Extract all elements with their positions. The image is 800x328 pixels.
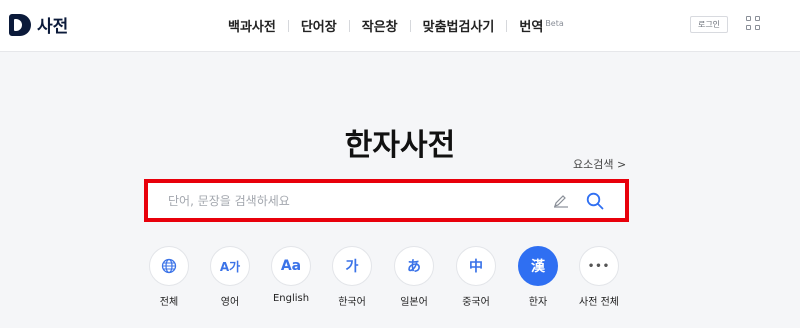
login-button[interactable]: 로그인 (690, 16, 728, 33)
nav-translate-label: 번역 (519, 20, 544, 35)
category-japanese[interactable]: あ 일본어 (384, 246, 444, 308)
main-nav: 백과사전 단어장 작은창 맞춤법검사기 번역 Beta (228, 16, 564, 35)
category-label: 영어 (220, 297, 240, 308)
category-all[interactable]: 전체 (139, 246, 199, 308)
hanja-icon: 漢 (518, 246, 558, 286)
nav-divider (348, 19, 350, 32)
category-all-dictionaries[interactable]: ••• 사전 전체 (569, 246, 629, 308)
dictionary-categories: 전체 A가 영어 Aa English 가 한국어 あ 일본어 中 중국어 漢 … (146, 246, 626, 316)
nav-divider (287, 19, 289, 32)
category-label: 전체 (159, 297, 179, 308)
category-hanja[interactable]: 漢 한자 (508, 246, 568, 308)
nav-encyclopedia[interactable]: 백과사전 (228, 16, 276, 35)
nav-divider (506, 19, 508, 32)
category-label: 한자 (528, 297, 548, 308)
nav-divider (409, 19, 411, 32)
nav-wordbook[interactable]: 단어장 (301, 16, 337, 35)
search-box (144, 179, 629, 222)
more-dots-icon: ••• (579, 246, 619, 286)
category-english-english[interactable]: Aa English (261, 246, 321, 304)
globe-icon (149, 246, 189, 286)
japanese-icon: あ (394, 246, 434, 286)
nav-spell-checker[interactable]: 맞춤법검사기 (423, 16, 495, 35)
search-input[interactable] (168, 189, 538, 213)
category-korean[interactable]: 가 한국어 (322, 246, 382, 308)
category-label: English (272, 293, 310, 304)
nav-mini-window[interactable]: 작은창 (362, 16, 398, 35)
category-label: 사전 전체 (579, 297, 619, 308)
handwriting-pen-icon[interactable] (553, 194, 569, 208)
category-label: 일본어 (400, 297, 428, 308)
page-title: 한자사전 (344, 128, 456, 163)
category-chinese[interactable]: 中 중국어 (446, 246, 506, 308)
beta-badge: Beta (545, 18, 564, 28)
category-label: 중국어 (462, 297, 490, 308)
category-label: 한국어 (338, 297, 366, 308)
logo[interactable]: 사전 (9, 12, 68, 37)
korean-icon: 가 (332, 246, 372, 286)
logo-text: 사전 (37, 17, 69, 37)
search-icon[interactable] (586, 192, 604, 210)
category-english[interactable]: A가 영어 (200, 246, 260, 308)
grid-icon[interactable] (746, 16, 760, 30)
chinese-icon: 中 (456, 246, 496, 286)
top-header: 사전 백과사전 단어장 작은창 맞춤법검사기 번역 Beta 로그인 (0, 0, 800, 52)
advanced-search-link[interactable]: 요소검색 > (573, 156, 626, 172)
english-icon: Aa (271, 246, 311, 286)
logo-d-icon (9, 13, 31, 36)
nav-translate[interactable]: 번역 Beta (519, 16, 563, 35)
english-korean-icon: A가 (210, 246, 250, 286)
